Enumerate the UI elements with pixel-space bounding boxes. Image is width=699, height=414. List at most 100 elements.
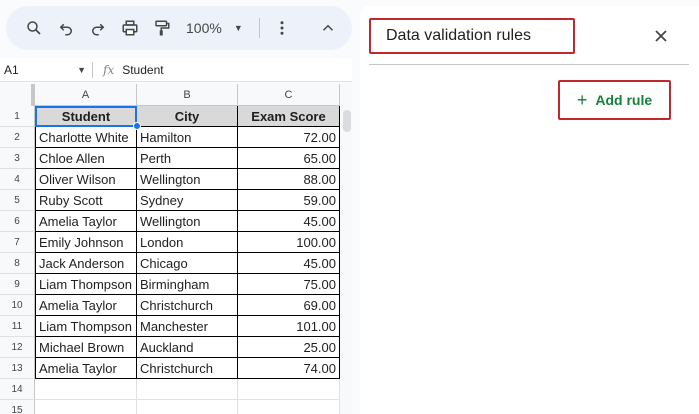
vertical-scrollbar[interactable]: [340, 84, 352, 414]
table-cell[interactable]: Charlotte White: [35, 127, 137, 148]
spreadsheet-grid: A B C 1 Student City Exam Score 2 Charlotte W…: [0, 84, 340, 414]
column-header-b[interactable]: B: [137, 84, 238, 106]
table-row: 3 Chloe Allen Perth 65.00: [0, 148, 340, 169]
table-cell[interactable]: Liam Thompson: [35, 316, 137, 337]
table-row: 14: [0, 379, 340, 400]
empty-cell[interactable]: [238, 379, 340, 400]
formula-input[interactable]: Student: [122, 63, 163, 77]
print-icon[interactable]: [116, 14, 144, 42]
table-cell[interactable]: Perth: [137, 148, 238, 169]
table-cell[interactable]: Chloe Allen: [35, 148, 137, 169]
table-cell[interactable]: Wellington: [137, 169, 238, 190]
panel-title-text: Data validation rules: [386, 27, 531, 44]
table-cell[interactable]: Christchurch: [137, 295, 238, 316]
table-cell[interactable]: 69.00: [238, 295, 340, 316]
header-cell[interactable]: Student: [35, 106, 137, 127]
table-cell[interactable]: 72.00: [238, 127, 340, 148]
table-cell[interactable]: Ruby Scott: [35, 190, 137, 211]
table-row: 11 Liam Thompson Manchester 101.00: [0, 316, 340, 337]
table-cell[interactable]: Christchurch: [137, 358, 238, 379]
search-icon[interactable]: [20, 14, 48, 42]
table-cell[interactable]: 88.00: [238, 169, 340, 190]
row-header[interactable]: 2: [0, 127, 35, 148]
table-cell[interactable]: 100.00: [238, 232, 340, 253]
panel-divider: [369, 64, 689, 65]
table-cell[interactable]: Auckland: [137, 337, 238, 358]
table-cell[interactable]: Birmingham: [137, 274, 238, 295]
table-row: 13 Amelia Taylor Christchurch 74.00: [0, 358, 340, 379]
cell-reference: A1: [4, 62, 19, 77]
fill-handle[interactable]: [133, 122, 141, 130]
header-cell[interactable]: City: [137, 106, 238, 127]
row-header[interactable]: 5: [0, 190, 35, 211]
table-cell[interactable]: Chicago: [137, 253, 238, 274]
fx-icon: fx: [103, 62, 115, 77]
table-cell[interactable]: 75.00: [238, 274, 340, 295]
row-header[interactable]: 11: [0, 316, 35, 337]
table-cell[interactable]: Michael Brown: [35, 337, 137, 358]
table-cell[interactable]: Manchester: [137, 316, 238, 337]
empty-cell[interactable]: [35, 400, 137, 414]
formula-bar: A1 ▼ fx Student: [0, 58, 352, 82]
chevron-up-icon[interactable]: [314, 14, 342, 42]
name-box[interactable]: A1 ▼: [0, 58, 92, 81]
header-cell[interactable]: Exam Score: [238, 106, 340, 127]
table-cell[interactable]: Hamilton: [137, 127, 238, 148]
column-header-a[interactable]: A: [35, 84, 137, 106]
table-cell[interactable]: Amelia Taylor: [35, 211, 137, 232]
paint-format-icon[interactable]: [148, 14, 176, 42]
empty-cell[interactable]: [35, 379, 137, 400]
panel-title: Data validation rules: [369, 18, 575, 54]
table-cell[interactable]: Oliver Wilson: [35, 169, 137, 190]
row-header[interactable]: 7: [0, 232, 35, 253]
table-cell[interactable]: London: [137, 232, 238, 253]
column-header-c[interactable]: C: [238, 84, 340, 106]
row-header[interactable]: 8: [0, 253, 35, 274]
empty-cell[interactable]: [238, 400, 340, 414]
row-header[interactable]: 14: [0, 379, 35, 400]
undo-icon[interactable]: [52, 14, 80, 42]
scrollbar-thumb[interactable]: [343, 110, 351, 132]
zoom-select[interactable]: 100% ▼: [186, 20, 243, 36]
table-cell[interactable]: Liam Thompson: [35, 274, 137, 295]
table-row: 2 Charlotte White Hamilton 72.00: [0, 127, 340, 148]
table-cell[interactable]: 59.00: [238, 190, 340, 211]
add-rule-button[interactable]: + Add rule: [571, 87, 658, 113]
row-header[interactable]: 15: [0, 400, 35, 414]
toolbar: 100% ▼: [6, 6, 352, 50]
empty-cell[interactable]: [137, 379, 238, 400]
table-cell[interactable]: 45.00: [238, 211, 340, 232]
table-cell[interactable]: 101.00: [238, 316, 340, 337]
row-header[interactable]: 10: [0, 295, 35, 316]
row-header[interactable]: 1: [0, 106, 35, 127]
caret-down-icon: ▼: [77, 64, 86, 75]
empty-cell[interactable]: [137, 400, 238, 414]
table-cell[interactable]: Wellington: [137, 211, 238, 232]
table-cell[interactable]: 45.00: [238, 253, 340, 274]
add-rule-highlight: + Add rule: [558, 80, 671, 120]
table-cell[interactable]: 65.00: [238, 148, 340, 169]
redo-icon[interactable]: [84, 14, 112, 42]
row-header[interactable]: 4: [0, 169, 35, 190]
more-vert-icon[interactable]: [268, 14, 296, 42]
row-header[interactable]: 3: [0, 148, 35, 169]
select-all-corner[interactable]: [0, 84, 35, 106]
table-cell[interactable]: Amelia Taylor: [35, 295, 137, 316]
column-headers: A B C: [0, 84, 340, 106]
table-cell[interactable]: Emily Johnson: [35, 232, 137, 253]
toolbar-divider: [258, 18, 260, 38]
row-header[interactable]: 6: [0, 211, 35, 232]
table-cell[interactable]: Sydney: [137, 190, 238, 211]
row-header[interactable]: 12: [0, 337, 35, 358]
table-row: 12 Michael Brown Auckland 25.00: [0, 337, 340, 358]
row-header[interactable]: 9: [0, 274, 35, 295]
caret-down-icon: ▼: [233, 23, 243, 33]
table-cell[interactable]: 74.00: [238, 358, 340, 379]
table-cell[interactable]: Amelia Taylor: [35, 358, 137, 379]
table-row: 6 Amelia Taylor Wellington 45.00: [0, 211, 340, 232]
add-rule-label: Add rule: [595, 92, 653, 108]
row-header[interactable]: 13: [0, 358, 35, 379]
table-cell[interactable]: 25.00: [238, 337, 340, 358]
close-icon[interactable]: [650, 25, 672, 47]
table-cell[interactable]: Jack Anderson: [35, 253, 137, 274]
